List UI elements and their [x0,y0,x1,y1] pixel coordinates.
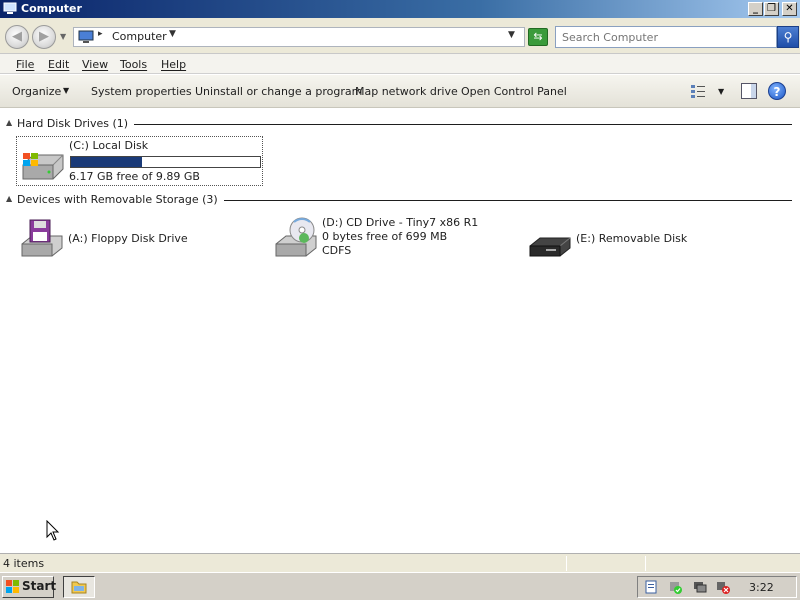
views-dropdown[interactable]: ▼ [718,87,724,96]
drive-free-space: 0 bytes free of 699 MB [322,230,448,243]
windows-logo-icon [6,580,19,593]
minimize-button[interactable]: _ [748,2,763,16]
forward-button[interactable]: ▶ [32,25,56,49]
start-button[interactable]: Start [2,576,57,598]
command-bar: Organize ▼ System properties Uninstall o… [0,75,800,108]
start-label: Start [22,579,57,593]
back-button[interactable]: ◀ [5,25,29,49]
breadcrumb-computer[interactable]: Computer [112,30,167,43]
chevron-down-icon[interactable]: ▼ [169,29,176,39]
document-icon[interactable] [644,580,658,594]
address-history-dropdown[interactable]: ▼ [508,30,515,40]
window-title-bar[interactable]: Computer _ ❐ ✕ [0,0,800,18]
removable-disk-icon [529,237,571,257]
taskbar: Start 3:22 [0,572,800,600]
arrow-right-icon: ▶ [39,29,49,44]
hard-disk-drives-group-header[interactable]: ▲ Hard Disk Drives (1) [6,117,794,131]
arrow-left-icon: ◀ [12,29,22,44]
capacity-bar-fill [71,157,143,167]
drive-a-tile[interactable]: (A:) Floppy Disk Drive [16,214,256,264]
address-bar[interactable]: ▸ Computer ▼ ▼ [73,27,525,47]
drive-d-tile[interactable]: (D:) CD Drive - Tiny7 x86 R1 0 bytes fre… [270,214,510,264]
search-button[interactable]: ⚲ [777,26,799,48]
open-control-panel-button[interactable]: Open Control Panel [461,85,567,98]
drive-file-system: CDFS [322,244,352,257]
removable-storage-group-header[interactable]: ▲ Devices with Removable Storage (3) [6,193,794,207]
chevron-right-icon[interactable]: ▸ [98,29,103,39]
close-button[interactable]: ✕ [782,2,797,16]
drive-label: (C:) Local Disk [69,139,149,152]
status-divider [645,556,646,571]
taskbar-explorer-button[interactable] [63,576,95,598]
computer-icon [3,2,17,14]
group-divider [134,124,792,125]
cd-drive-icon [275,217,317,257]
status-bar: 4 items [0,553,800,572]
network-icon[interactable] [693,580,707,594]
help-icon[interactable]: ? [768,82,786,100]
menu-file[interactable]: File [16,58,34,71]
security-check-icon[interactable] [668,580,682,594]
group-divider [224,200,792,201]
map-network-drive-button[interactable]: Map network drive [355,85,458,98]
group-title: Hard Disk Drives (1) [17,117,129,130]
mouse-cursor-icon [46,520,60,541]
restore-button[interactable]: ❐ [764,2,779,16]
windows-hard-disk-icon [22,153,64,180]
refresh-button[interactable]: ⇆ [528,28,548,46]
drive-label: (A:) Floppy Disk Drive [68,232,188,245]
search-input[interactable] [556,27,776,47]
search-box[interactable] [555,26,777,48]
clock[interactable]: 3:22 [749,581,774,594]
menu-bar: File Edit View Tools Help [0,54,800,74]
system-properties-button[interactable]: System properties [91,85,192,98]
item-count: 4 items [3,557,45,570]
drive-label: (D:) CD Drive - Tiny7 x86 R1 [322,216,479,229]
menu-help[interactable]: Help [161,58,186,71]
preview-pane-icon[interactable] [741,83,757,99]
organize-button[interactable]: Organize [12,85,61,98]
uninstall-program-button[interactable]: Uninstall or change a program [195,85,362,98]
system-tray: 3:22 [637,576,797,598]
address-row: ◀ ▶ ▼ ▸ Computer ▼ ▼ ⇆ ⚲ [0,18,800,54]
drive-e-tile[interactable]: (E:) Removable Disk [524,214,764,264]
status-divider [566,556,567,571]
menu-tools[interactable]: Tools [120,58,147,71]
drive-label: (E:) Removable Disk [576,232,688,245]
menu-view[interactable]: View [82,58,108,71]
capacity-bar [70,156,261,168]
drive-c-tile[interactable]: (C:) Local Disk 6.17 GB free of 9.89 GB [16,136,263,186]
views-icon[interactable] [690,83,706,99]
refresh-icon: ⇆ [533,30,543,43]
floppy-drive-icon [21,219,63,257]
menu-edit[interactable]: Edit [48,58,69,71]
volume-muted-icon[interactable] [716,580,730,594]
recent-pages-dropdown[interactable]: ▼ [60,32,66,41]
folder-icon [71,581,87,594]
group-title: Devices with Removable Storage (3) [17,193,218,206]
chevron-down-icon[interactable]: ▼ [63,86,69,95]
window-title: Computer [21,2,82,15]
collapse-caret-icon[interactable]: ▲ [6,194,12,203]
search-icon: ⚲ [783,30,793,44]
drive-free-space: 6.17 GB free of 9.89 GB [69,170,200,183]
computer-icon [78,30,94,43]
collapse-caret-icon[interactable]: ▲ [6,118,12,127]
